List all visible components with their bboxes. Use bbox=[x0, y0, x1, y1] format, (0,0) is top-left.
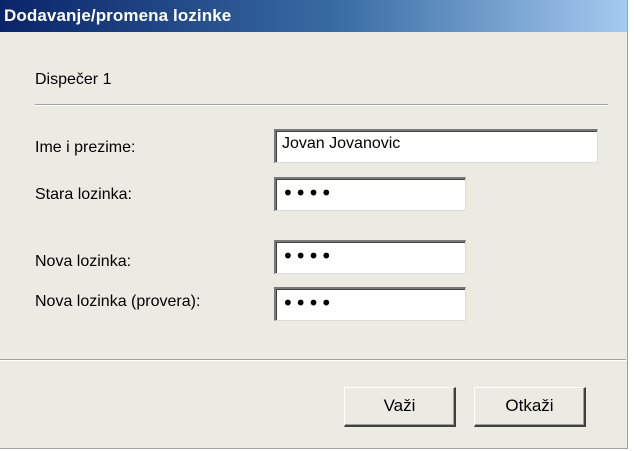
old-password-label: Stara lozinka: bbox=[35, 186, 132, 203]
new-password-label: Nova lozinka: bbox=[35, 253, 132, 270]
password-dialog: Dodavanje/promena lozinke Dispečer 1 Ime… bbox=[0, 0, 628, 449]
full-name-label: Ime i prezime: bbox=[35, 139, 136, 156]
confirm-password-field[interactable]: •••• bbox=[274, 287, 466, 321]
new-password-field[interactable]: •••• bbox=[274, 240, 466, 274]
ok-button[interactable]: Važi bbox=[344, 387, 456, 427]
footer-divider bbox=[0, 359, 626, 361]
cancel-button[interactable]: Otkaži bbox=[474, 387, 586, 427]
full-name-field[interactable]: Jovan Jovanovic bbox=[274, 129, 598, 163]
dispatcher-label: Dispečer 1 bbox=[35, 71, 112, 88]
confirm-password-label: Nova lozinka (provera): bbox=[35, 293, 201, 310]
old-password-field[interactable]: •••• bbox=[274, 177, 466, 211]
header-divider bbox=[35, 104, 608, 106]
title-bar[interactable]: Dodavanje/promena lozinke bbox=[0, 0, 627, 32]
window-title: Dodavanje/promena lozinke bbox=[4, 6, 232, 25]
